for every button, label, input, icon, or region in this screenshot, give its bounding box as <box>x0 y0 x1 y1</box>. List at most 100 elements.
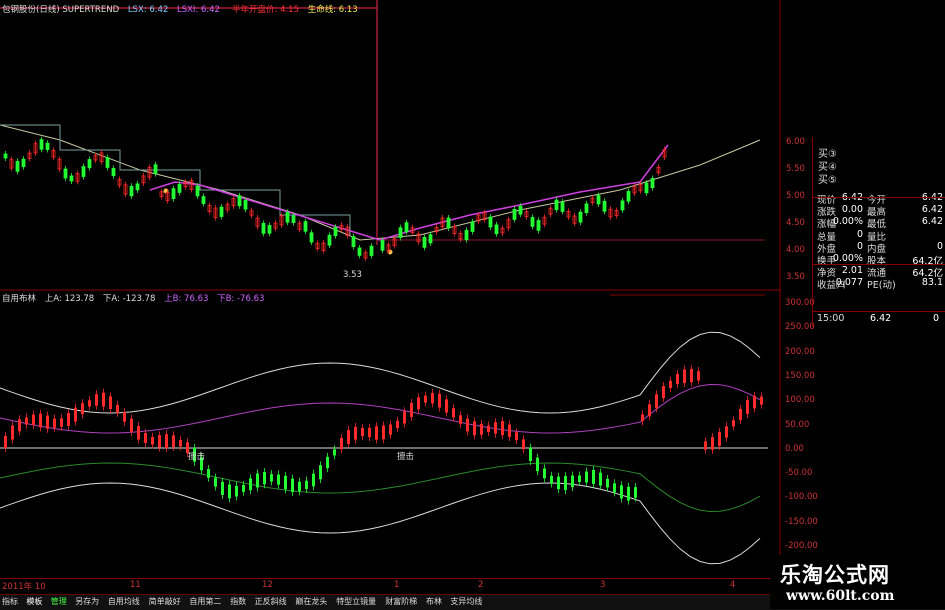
price-axis-tick: 6.00 <box>786 137 805 147</box>
price-axis-tick: 4.50 <box>786 218 805 228</box>
indicator-candle <box>655 394 658 409</box>
price-candle <box>644 182 649 194</box>
indicator-candle <box>214 477 217 487</box>
indicator-candle <box>550 475 553 484</box>
price-candle <box>488 216 493 228</box>
watermark: 乐淘公式网 www.60lt.com <box>770 555 945 609</box>
indicator-tab[interactable]: 自用均线 <box>108 596 140 607</box>
indicator-candle <box>424 395 427 403</box>
indicator-tab[interactable]: 指数 <box>230 596 246 607</box>
indicator-candle <box>39 413 42 428</box>
indicator-candle <box>473 421 476 436</box>
indicator-tab[interactable]: 财富阶梯 <box>385 596 417 607</box>
indicator-axis-tick: 0.00 <box>785 443 804 454</box>
date-label: 12 <box>262 580 273 590</box>
lower-a-value: 下A: -123.78 <box>102 294 156 304</box>
upper-a-value: 上A: 123.78 <box>44 294 95 304</box>
date-label: 2 <box>478 580 484 590</box>
indicator-candle <box>445 399 448 413</box>
lower-b-value: 下B: -76.63 <box>217 294 265 304</box>
indicator-candle <box>725 426 728 438</box>
tick-row: 15:00 6.42 0 <box>815 313 945 325</box>
indicator-candle <box>298 481 301 492</box>
indicator-tab[interactable]: 管理 <box>51 596 67 607</box>
quote-row: 收益㈣ 0.077 PE(动) 83.1 <box>815 277 945 291</box>
indicator-candle <box>263 471 266 485</box>
indicator-candle <box>74 407 77 422</box>
indicator-tab[interactable]: 正反斜线 <box>255 596 287 607</box>
date-label: 3 <box>600 580 606 590</box>
quote-value: 0.00% <box>832 253 863 264</box>
indicator-candle <box>599 472 602 486</box>
half-year-open-value: 半年开盘价: 4.15 <box>232 5 299 15</box>
indicator-candle <box>508 424 511 437</box>
upper-chart-header-2: 半年开盘价: 4.15 生命线: 6.13 <box>232 3 364 15</box>
indicator-candle <box>648 404 651 417</box>
indicator-axis-tick: 300.00 <box>785 298 815 308</box>
price-candle <box>81 166 86 177</box>
indicator-candle <box>466 418 469 432</box>
indicator-candle <box>130 418 133 433</box>
indicator-tab[interactable]: 指标 <box>2 596 18 607</box>
indicator-tab[interactable]: 模板 <box>26 596 42 607</box>
supertrend-line <box>0 124 351 235</box>
quote-row: 涨跌 0.00 最高 6.42 <box>815 204 945 218</box>
price-candle <box>327 234 332 246</box>
indicator-tab[interactable]: 自用第二 <box>189 596 221 607</box>
indicator-tab[interactable]: 特型立镜量 <box>336 596 376 607</box>
indicator-tab[interactable]: 支异均线 <box>450 596 482 607</box>
indicator-candle <box>536 457 539 472</box>
quote-row: 外盘 0 内盘 0 <box>815 240 945 255</box>
indicator-title: 自用布林 <box>2 294 37 304</box>
indicator-axis-tick: 250.00 <box>785 322 815 333</box>
price-candle <box>261 222 266 234</box>
price-candle <box>219 206 224 217</box>
price-candle <box>177 183 182 193</box>
quote-value: 0.077 <box>835 277 863 289</box>
price-candle <box>129 185 134 197</box>
indicator-tab[interactable]: 巅在龙头 <box>295 596 327 607</box>
indicator-candle <box>389 424 392 435</box>
indicator-candle <box>165 434 168 449</box>
price-candle <box>69 175 74 182</box>
indicator-candle <box>557 476 560 490</box>
price-candle <box>333 226 338 237</box>
price-candle <box>351 236 356 247</box>
price-candle <box>422 236 427 248</box>
indicator-candle <box>676 373 679 385</box>
price-candle <box>620 200 625 211</box>
indicator-tab[interactable]: 简单敲好 <box>149 596 181 607</box>
indicator-candle <box>417 397 420 410</box>
quote-value: 0 <box>936 240 943 252</box>
price-candle <box>195 185 200 197</box>
indicator-candle <box>634 487 637 498</box>
quote-hline-3 <box>812 311 945 312</box>
indicator-candle <box>515 432 518 441</box>
tick-time: 15:00 <box>817 313 845 324</box>
indicator-axis-tick: 100.00 <box>785 395 815 406</box>
indicator-candle <box>641 414 644 422</box>
indicator-candle <box>431 392 434 404</box>
indicator-candle <box>585 471 588 483</box>
quote-value: 83.1 <box>921 277 943 289</box>
indicator-candle <box>88 400 91 407</box>
indicator-candle <box>340 437 343 450</box>
price-candle <box>201 196 206 204</box>
quote-value: 0.00 <box>841 204 863 216</box>
indicator-axis-tick: -100.00 <box>785 492 818 503</box>
date-label: 1 <box>394 580 400 590</box>
indicator-candle <box>690 368 693 383</box>
low-price-annotation: 3.53 <box>343 270 362 280</box>
indicator-candle <box>739 408 742 421</box>
indicator-candle <box>46 415 49 429</box>
quote-row: 现价6.42今开6.42 <box>815 192 945 206</box>
indicator-candle <box>683 369 686 384</box>
indicator-candle <box>67 413 70 426</box>
indicator-candle <box>375 426 378 440</box>
price-candle <box>285 212 290 223</box>
indicator-tab[interactable]: 布林 <box>426 596 442 607</box>
indicator-axis-tick: 200.00 <box>785 346 815 357</box>
indicator-candle <box>704 441 707 450</box>
chart-title: 包钢股份(日线) SUPERTREND <box>2 5 120 15</box>
indicator-tab[interactable]: 另存为 <box>75 596 99 607</box>
